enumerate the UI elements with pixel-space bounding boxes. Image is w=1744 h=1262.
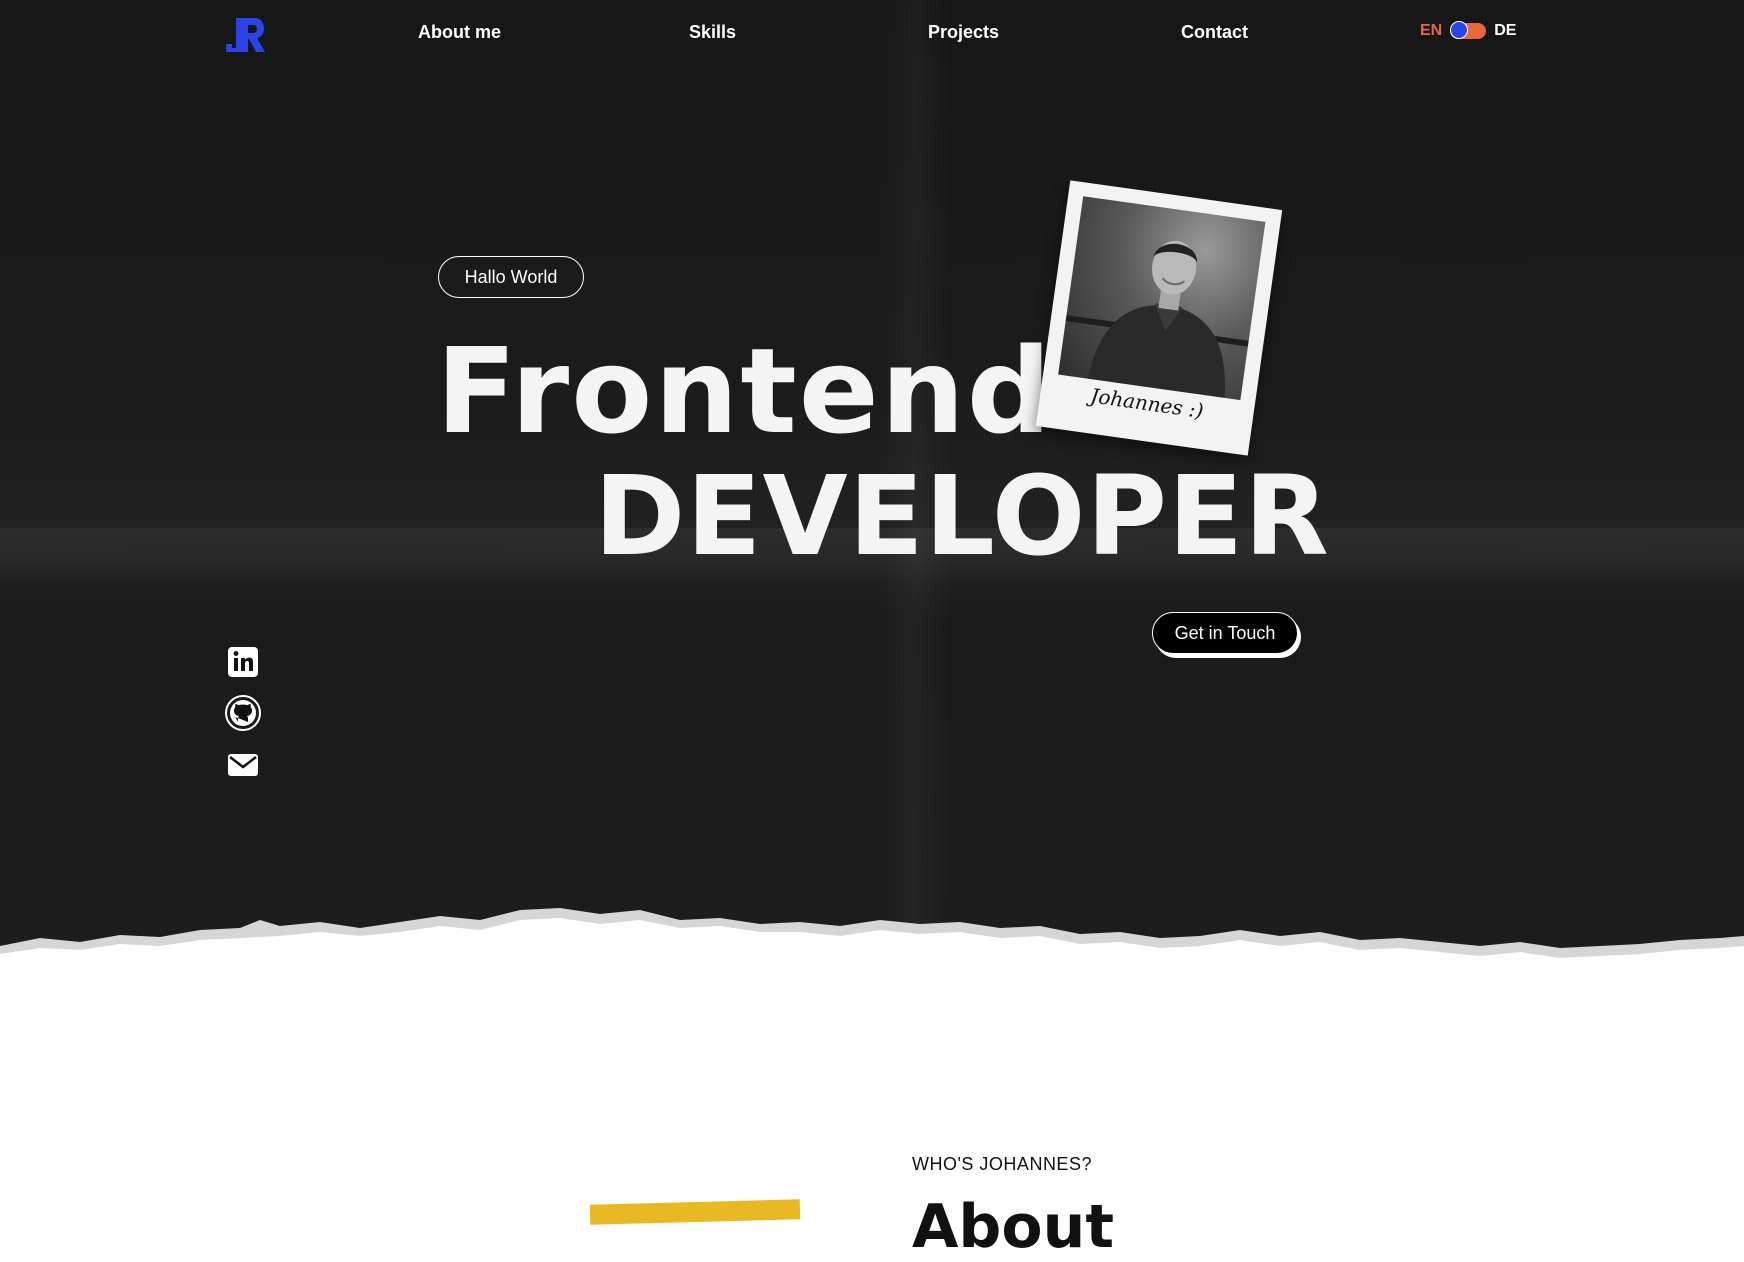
nav-about-me[interactable]: About me bbox=[418, 22, 501, 43]
mail-icon[interactable] bbox=[224, 746, 262, 784]
yellow-tape-decoration bbox=[589, 1199, 801, 1225]
greeting-badge: Hallo World bbox=[438, 256, 584, 298]
about-eyebrow: WHO'S JOHANNES? bbox=[912, 1154, 1092, 1174]
github-icon[interactable] bbox=[224, 694, 262, 732]
nav-skills[interactable]: Skills bbox=[689, 22, 736, 43]
hero-title-line2: DEVELOPER bbox=[594, 452, 1330, 580]
language-en-label[interactable]: EN bbox=[1420, 22, 1442, 40]
nav-contact[interactable]: Contact bbox=[1181, 22, 1248, 43]
language-toggle[interactable] bbox=[1450, 21, 1487, 39]
language-switcher: EN DE bbox=[1420, 21, 1516, 40]
nav-projects[interactable]: Projects bbox=[928, 22, 999, 43]
linkedin-icon[interactable] bbox=[224, 643, 262, 681]
profile-photo bbox=[1058, 196, 1266, 401]
torn-paper-edge bbox=[0, 908, 1744, 1000]
profile-polaroid: Johannes :) bbox=[1035, 180, 1283, 456]
hero-title-line1: Frontend bbox=[436, 322, 1054, 460]
logo-icon[interactable] bbox=[224, 14, 266, 54]
about-heading: About bbox=[912, 1192, 1115, 1262]
person-silhouette-icon bbox=[1065, 240, 1249, 398]
language-toggle-knob bbox=[1450, 21, 1469, 39]
language-de-label[interactable]: DE bbox=[1494, 22, 1516, 40]
get-in-touch-button[interactable]: Get in Touch bbox=[1152, 612, 1298, 654]
